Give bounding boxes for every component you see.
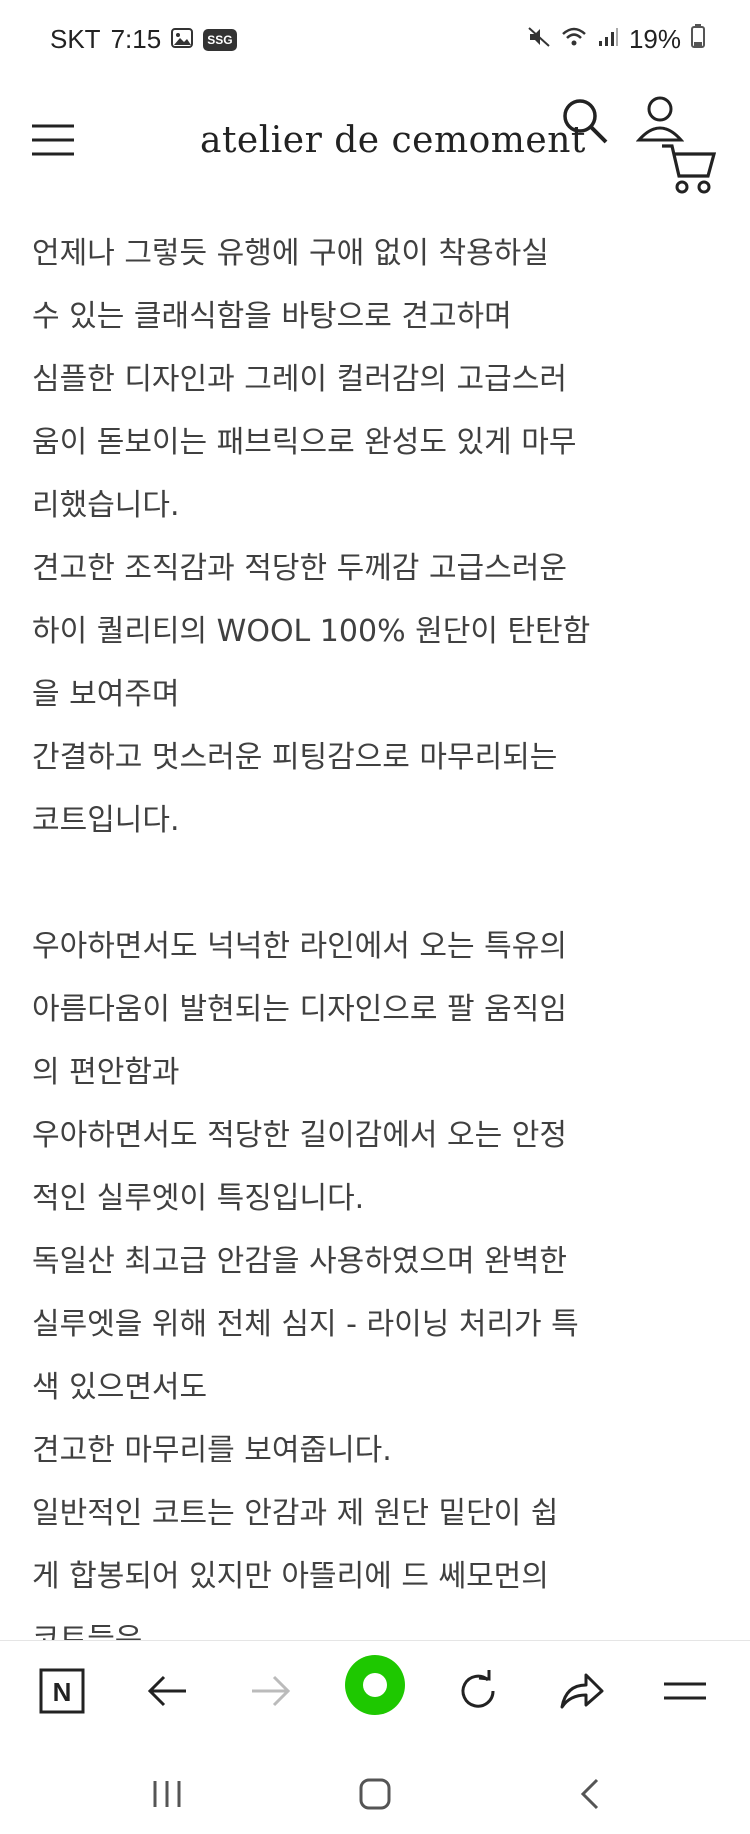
home-green-icon[interactable]: [343, 1653, 407, 1717]
browser-menu-icon[interactable]: [655, 1661, 715, 1721]
home-icon[interactable]: [358, 1777, 392, 1815]
description-line: 코트들은: [32, 1622, 143, 1640]
description-line: 우아하면서도 적당한 길이감에서 오는 안정: [32, 1118, 567, 1153]
clock: 7:15: [110, 24, 162, 54]
status-left: SKT 7:15 SSG: [50, 24, 237, 55]
description-line: 의 편안함과: [32, 1055, 180, 1090]
description-line: 견고한 마무리를 보여줍니다.: [32, 1433, 392, 1468]
menu-icon[interactable]: [30, 122, 76, 162]
mute-icon: [527, 24, 551, 55]
description-line: 게 합봉되어 있지만 아뜰리에 드 쎄모먼의: [32, 1559, 549, 1594]
description-line: 수 있는 클래식함을 바탕으로 견고하며: [32, 299, 512, 334]
description-line: 코트입니다.: [32, 803, 180, 838]
site-header: atelier de cemoment: [0, 80, 750, 210]
forward-arrow-icon[interactable]: [240, 1661, 300, 1721]
description-line: 적인 실루엣이 특징입니다.: [32, 1181, 365, 1216]
signal-icon: [597, 24, 619, 55]
refresh-icon[interactable]: [448, 1661, 508, 1721]
battery-percent: 19%: [628, 24, 681, 54]
wifi-icon: [561, 24, 587, 55]
description-line: 하이 퀄리티의 WOOL 100% 원단이 탄탄함: [32, 614, 591, 649]
gallery-icon: [171, 24, 194, 55]
description-line: 아름다움이 발현되는 디자인으로 팔 움직임: [32, 992, 567, 1027]
description-line: 간결하고 멋스러운 피팅감으로 마무리되는: [32, 740, 558, 775]
description-line: 움이 돋보이는 패브릭으로 완성도 있게 마무: [32, 425, 577, 460]
description-line: 우아하면서도 넉넉한 라인에서 오는 특유의: [32, 929, 567, 964]
carrier: SKT: [50, 24, 101, 54]
description-line: 실루엣을 위해 전체 심지 - 라이닝 처리가 특: [32, 1307, 579, 1342]
search-icon[interactable]: [560, 96, 610, 150]
browser-toolbar: N: [0, 1640, 750, 1756]
ssg-badge: SSG: [203, 28, 237, 51]
description-line: 언제나 그렇듯 유행에 구애 없이 착용하실: [32, 236, 549, 271]
description-line: 독일산 최고급 안감을 사용하였으며 완벽한: [32, 1244, 567, 1279]
svg-text:N: N: [53, 1677, 72, 1707]
share-icon[interactable]: [552, 1661, 612, 1721]
description-line: 색 있으면서도: [32, 1370, 208, 1405]
battery-icon: [691, 24, 705, 55]
description-line: 일반적인 코트는 안감과 제 원단 밑단이 쉽: [32, 1496, 559, 1531]
status-right: 19%: [527, 24, 705, 55]
recent-apps-icon[interactable]: [150, 1777, 184, 1815]
product-description: 언제나 그렇듯 유행에 구애 없이 착용하실 수 있는 클래식함을 바탕으로 견…: [32, 222, 722, 1640]
cart-icon[interactable]: [660, 142, 717, 200]
status-bar: SKT 7:15 SSG 19%: [0, 0, 750, 80]
naver-icon[interactable]: N: [32, 1661, 92, 1721]
user-icon[interactable]: [635, 94, 685, 146]
description-line: 견고한 조직감과 적당한 두께감 고급스러운: [32, 551, 567, 586]
back-arrow-icon[interactable]: [138, 1661, 198, 1721]
back-icon[interactable]: [575, 1777, 609, 1815]
description-line: 리했습니다.: [32, 488, 180, 523]
description-line: 심플한 디자인과 그레이 컬러감의 고급스러: [32, 362, 567, 397]
description-line: 을 보여주며: [32, 677, 180, 712]
system-nav: [0, 1755, 750, 1834]
brand-logo[interactable]: atelier de cemoment: [200, 120, 586, 161]
